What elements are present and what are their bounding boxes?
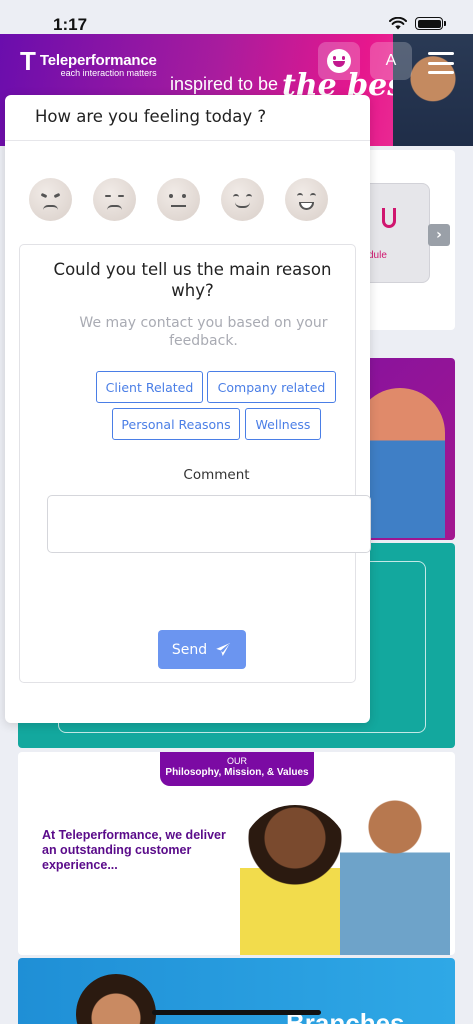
branches-person-image bbox=[76, 974, 156, 1024]
comment-input[interactable] bbox=[47, 495, 371, 553]
send-button-label: Send bbox=[171, 641, 208, 658]
mood-emoji-row bbox=[29, 178, 328, 221]
status-time: 1:17 bbox=[53, 15, 88, 34]
neutral-face-icon[interactable] bbox=[157, 178, 200, 221]
home-indicator[interactable] bbox=[152, 1010, 321, 1015]
reason-title: Could you tell us the main reason why? bbox=[53, 260, 332, 300]
wifi-icon bbox=[389, 17, 407, 30]
sad-face-icon[interactable] bbox=[93, 178, 136, 221]
brand-logo[interactable]: T Teleperformance each interaction matte… bbox=[20, 46, 157, 78]
smiley-icon bbox=[327, 49, 351, 73]
chip-company-related[interactable]: Company related bbox=[207, 371, 336, 403]
chip-personal-reasons[interactable]: Personal Reasons bbox=[112, 408, 240, 440]
values-text: At Teleperformance, we deliver an outsta… bbox=[42, 828, 226, 872]
brand-name: Teleperformance bbox=[39, 52, 157, 69]
modal-title: How are you feeling today ? bbox=[35, 107, 267, 126]
menu-line-icon bbox=[428, 71, 454, 74]
person-image bbox=[240, 805, 350, 955]
very-happy-face-icon[interactable] bbox=[285, 178, 328, 221]
brand-mark-icon: T bbox=[20, 46, 36, 76]
values-badge-main: Philosophy, Mission, & Values bbox=[165, 767, 309, 778]
happy-face-icon[interactable] bbox=[221, 178, 264, 221]
avatar-button[interactable]: A bbox=[370, 42, 412, 80]
paper-plane-icon bbox=[215, 641, 231, 657]
send-button[interactable]: Send bbox=[158, 630, 246, 669]
reason-subtitle: We may contact you based on your feedbac… bbox=[79, 315, 328, 349]
comment-label: Comment bbox=[183, 467, 250, 483]
module-label: dule bbox=[368, 250, 387, 261]
reason-panel: Could you tell us the main reason why? W… bbox=[19, 244, 371, 683]
menu-line-icon bbox=[428, 61, 454, 65]
feedback-smiley-button[interactable] bbox=[318, 42, 360, 80]
values-card[interactable]: OUR Philosophy, Mission, & Values At Tel… bbox=[18, 752, 455, 955]
chip-wellness[interactable]: Wellness bbox=[245, 408, 321, 440]
values-badge-small: OUR bbox=[227, 756, 247, 766]
menu-line-icon bbox=[428, 52, 454, 55]
feedback-modal: How are you feeling today ? Could you te… bbox=[5, 95, 371, 723]
brand-tagline: each interaction matters bbox=[60, 68, 157, 78]
banner-slogan: inspired to be bbox=[170, 74, 279, 94]
person-image bbox=[340, 795, 450, 955]
chip-client-related[interactable]: Client Related bbox=[96, 371, 203, 403]
values-people-image bbox=[230, 795, 455, 955]
status-icons bbox=[389, 17, 446, 30]
carousel-next-button[interactable]: › bbox=[428, 224, 450, 246]
module-icon bbox=[382, 208, 396, 228]
hamburger-menu-button[interactable] bbox=[428, 52, 454, 74]
angry-face-icon[interactable] bbox=[29, 178, 72, 221]
values-badge: OUR Philosophy, Mission, & Values bbox=[160, 752, 314, 786]
battery-icon bbox=[415, 17, 446, 30]
modal-header: How are you feeling today ? bbox=[5, 95, 370, 141]
status-bar: 1:17 bbox=[0, 0, 473, 36]
